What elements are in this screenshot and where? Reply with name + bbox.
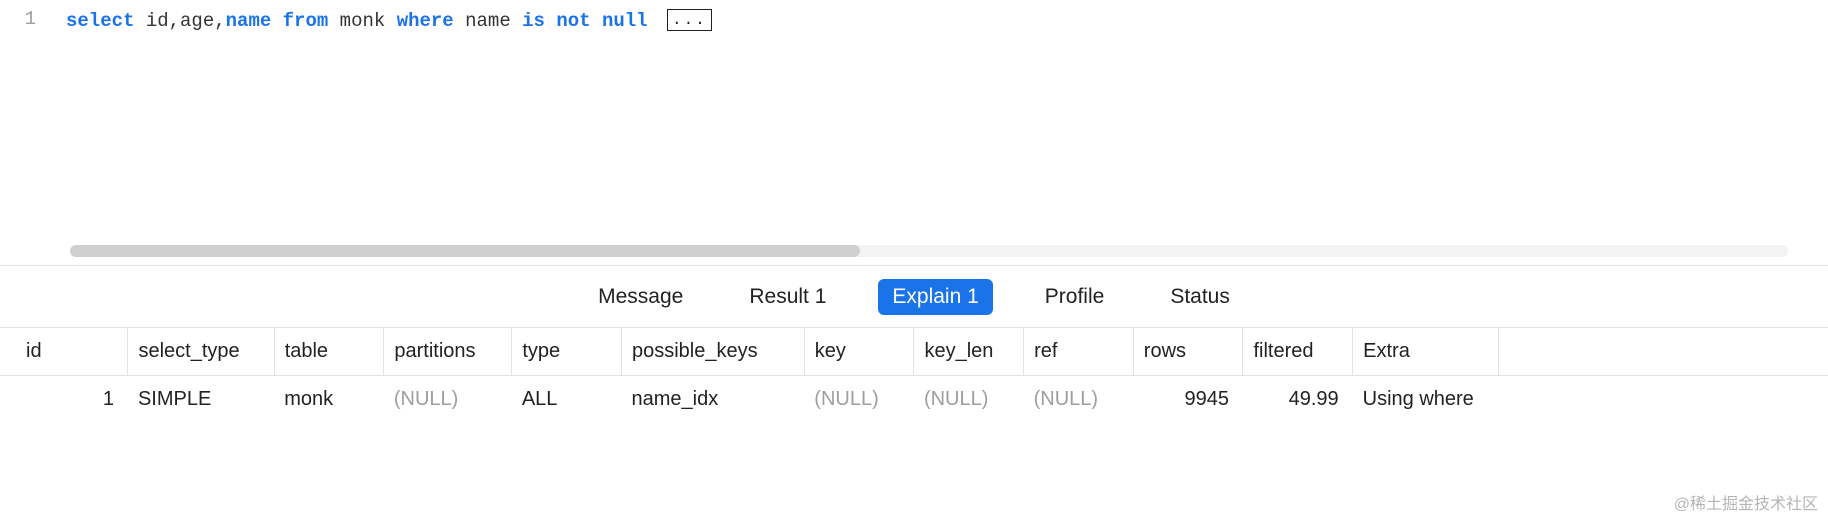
col-select-type[interactable]: select_type (128, 328, 274, 376)
kw-select: select (66, 8, 134, 34)
col-possible-keys[interactable]: possible_keys (621, 328, 804, 376)
watermark: @稀土掘金技术社区 (1674, 490, 1818, 514)
kw-not: not (556, 8, 590, 34)
kw-name-col1: name (226, 8, 272, 34)
cell-partitions: (NULL) (384, 376, 512, 424)
kw-null: null (602, 8, 648, 34)
cell-spacer (1499, 376, 1828, 424)
cell-select-type: SIMPLE (128, 376, 274, 424)
col-partitions[interactable]: partitions (384, 328, 512, 376)
col-rows[interactable]: rows (1133, 328, 1243, 376)
cell-ref: (NULL) (1024, 376, 1134, 424)
scrollbar-thumb[interactable] (70, 245, 860, 257)
kw-from: from (271, 8, 328, 34)
col-spacer (1499, 328, 1828, 376)
col-key-len[interactable]: key_len (914, 328, 1024, 376)
line-number: 1 (25, 8, 36, 30)
cell-rows: 9945 (1133, 376, 1243, 424)
cell-id: 1 (0, 376, 128, 424)
tab-message[interactable]: Message (584, 279, 697, 315)
cell-key: (NULL) (804, 376, 914, 424)
table-header-row: id select_type table partitions type pos… (0, 328, 1828, 376)
col-ref[interactable]: ref (1024, 328, 1134, 376)
sql-name-col2: name (465, 8, 511, 34)
table-row[interactable]: 1 SIMPLE monk (NULL) ALL name_idx (NULL)… (0, 376, 1828, 424)
cell-type: ALL (512, 376, 622, 424)
cell-key-len: (NULL) (914, 376, 1024, 424)
sql-code-line[interactable]: select id,age,name from monk where name … (66, 0, 712, 265)
tab-result[interactable]: Result 1 (735, 279, 840, 315)
cell-extra: Using where (1353, 376, 1499, 424)
sql-table: monk (328, 8, 396, 34)
code-fold-icon[interactable]: ... (667, 9, 712, 31)
cell-possible-keys: name_idx (621, 376, 804, 424)
col-extra[interactable]: Extra (1353, 328, 1499, 376)
tab-explain[interactable]: Explain 1 (878, 279, 992, 315)
explain-table: id select_type table partitions type pos… (0, 328, 1828, 423)
line-gutter: 1 (0, 0, 66, 265)
cell-table: monk (274, 376, 384, 424)
horizontal-scrollbar[interactable] (70, 245, 1788, 257)
sql-editor[interactable]: 1 select id,age,name from monk where nam… (0, 0, 1828, 265)
cell-filtered: 49.99 (1243, 376, 1353, 424)
tab-status[interactable]: Status (1156, 279, 1244, 315)
col-key[interactable]: key (804, 328, 914, 376)
result-tabs: Message Result 1 Explain 1 Profile Statu… (0, 266, 1828, 328)
col-filtered[interactable]: filtered (1243, 328, 1353, 376)
col-type[interactable]: type (512, 328, 622, 376)
sql-columns: id,age, (134, 8, 225, 34)
col-table[interactable]: table (274, 328, 384, 376)
tab-profile[interactable]: Profile (1031, 279, 1119, 315)
kw-where: where (397, 8, 454, 34)
col-id[interactable]: id (0, 328, 128, 376)
kw-is: is (522, 8, 545, 34)
